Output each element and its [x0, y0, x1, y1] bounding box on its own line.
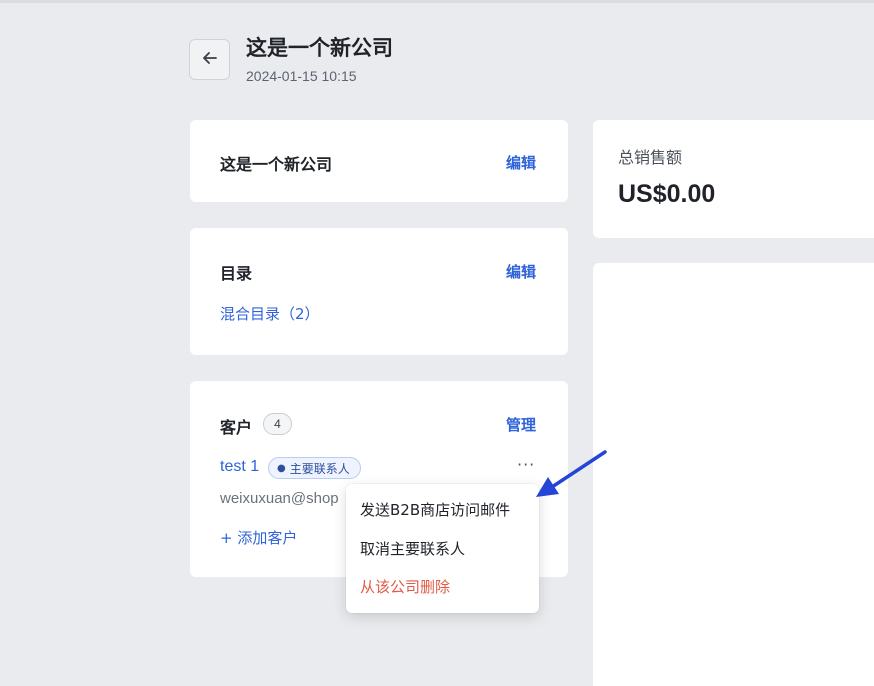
page-subtitle: 2024-01-15 10:15 [246, 68, 357, 84]
back-button[interactable] [189, 39, 230, 80]
menu-unset-primary-contact[interactable]: 取消主要联系人 [360, 538, 465, 559]
page-title: 这是一个新公司 [246, 36, 393, 60]
manage-customers-link[interactable]: 管理 [506, 414, 536, 435]
customer-count-badge: 4 [263, 413, 292, 435]
company-name: 这是一个新公司 [220, 155, 333, 174]
primary-contact-badge: ● 主要联系人 [268, 457, 361, 479]
contact-actions-dropdown: 发送B2B商店访问邮件 取消主要联系人 从该公司删除 [346, 484, 539, 613]
catalog-edit-link[interactable]: 编辑 [506, 261, 536, 282]
contact-email: weixuxuan@shop [220, 490, 339, 507]
menu-send-b2b-email[interactable]: 发送B2B商店访问邮件 [360, 499, 510, 520]
catalog-title: 目录 [220, 264, 253, 283]
total-sales-card: 总销售额 US$0.00 [593, 120, 874, 238]
contact-name-link[interactable]: test 1 [220, 458, 259, 476]
menu-remove-from-company[interactable]: 从该公司删除 [360, 576, 450, 597]
add-customer-link[interactable]: + 添加客户 [220, 527, 297, 548]
company-edit-link[interactable]: 编辑 [506, 152, 536, 173]
blank-panel [593, 263, 874, 686]
more-horizontal-icon[interactable]: ··· [517, 455, 535, 474]
catalog-link[interactable]: 混合目录（2） [220, 303, 320, 324]
customers-title: 客户 [220, 418, 253, 437]
bullet-icon: ● [277, 462, 286, 474]
company-card: 这是一个新公司 编辑 [190, 120, 568, 202]
arrow-left-icon [201, 49, 219, 71]
total-sales-label: 总销售额 [618, 148, 683, 167]
catalog-card: 目录 编辑 混合目录（2） [190, 228, 568, 355]
top-edge [0, 0, 874, 3]
total-sales-value: US$0.00 [618, 180, 716, 208]
primary-contact-badge-label: 主要联系人 [289, 461, 350, 476]
